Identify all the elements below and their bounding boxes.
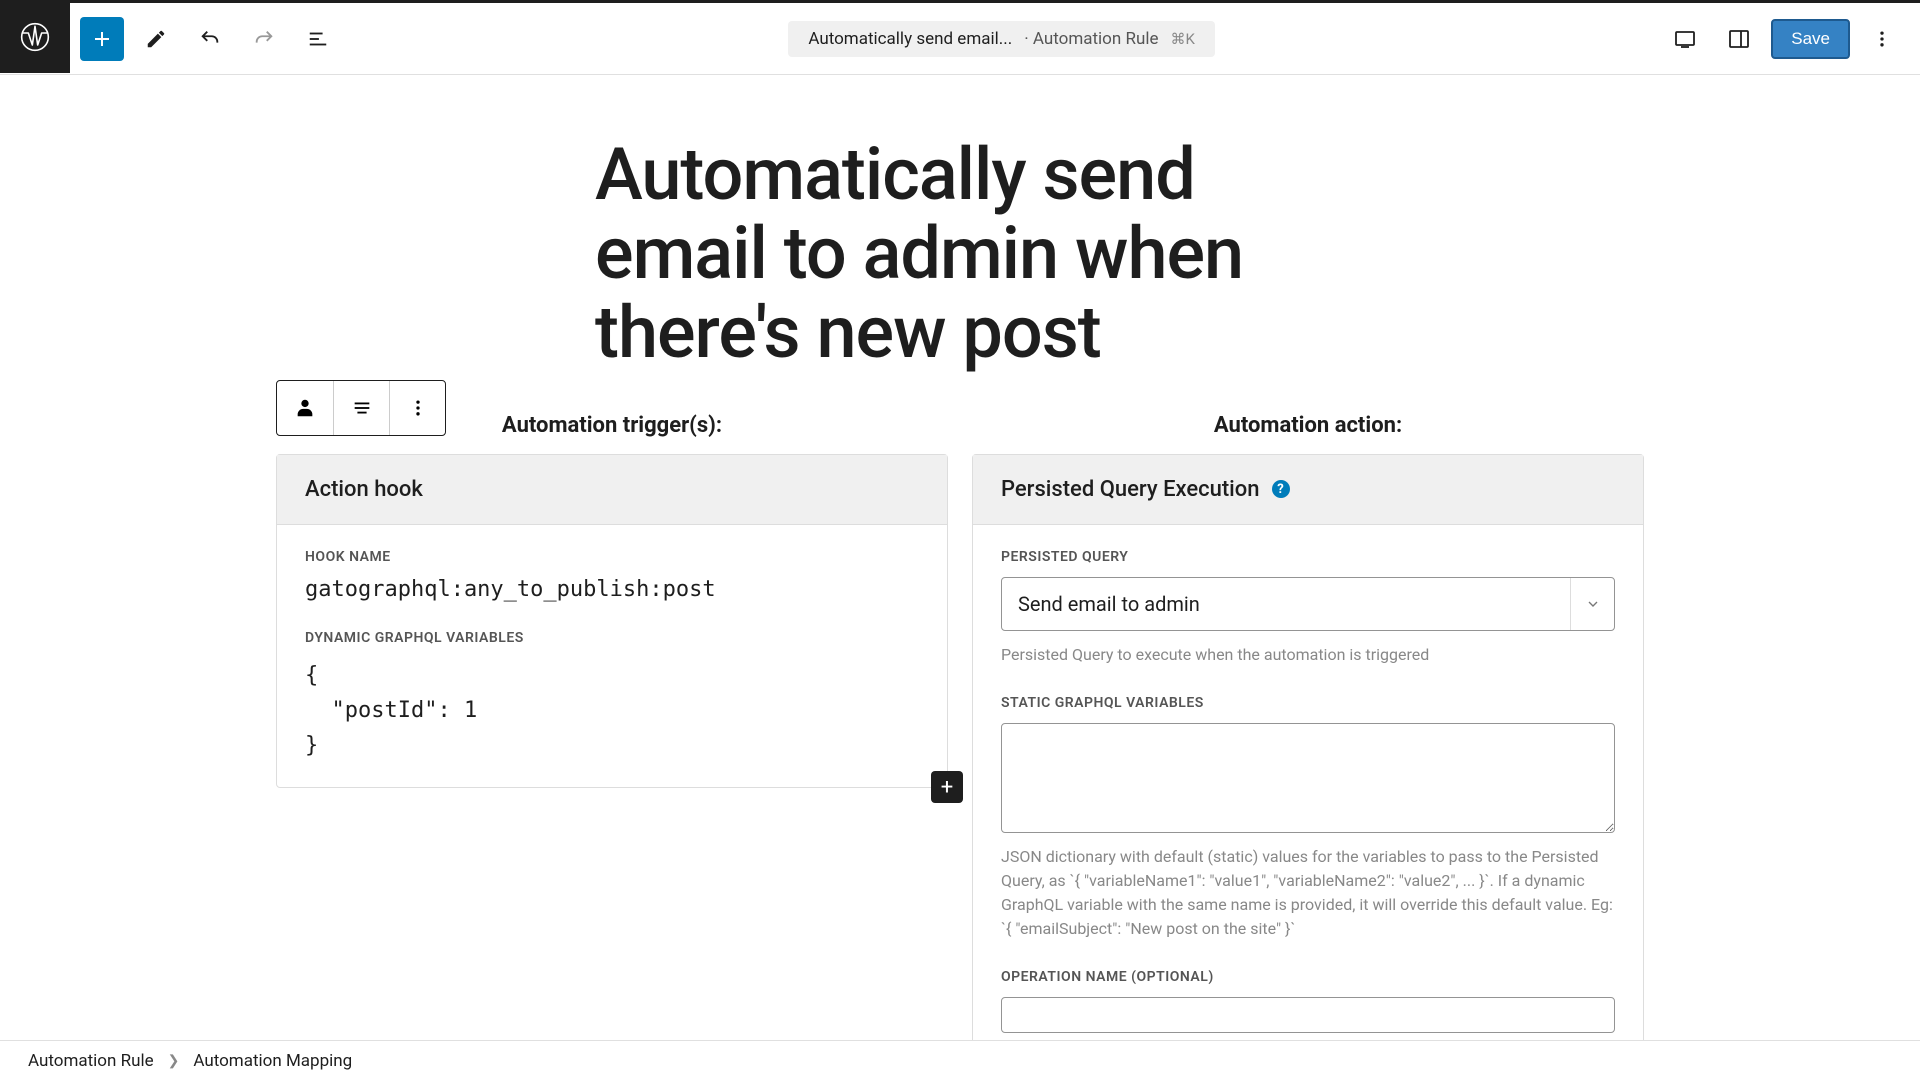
- static-vars-label: STATIC GRAPHQL VARIABLES: [1001, 695, 1615, 711]
- action-card: Persisted Query Execution ? PERSISTED QU…: [972, 454, 1644, 1040]
- operation-name-label: OPERATION NAME (OPTIONAL): [1001, 969, 1615, 985]
- trigger-card-header: Action hook: [277, 455, 947, 525]
- editor-header: Automatically send email... · Automation…: [0, 3, 1920, 75]
- breadcrumb-item[interactable]: Automation Rule: [28, 1051, 154, 1071]
- dynamic-vars-value[interactable]: { "postId": 1 }: [305, 658, 919, 764]
- document-overview-button[interactable]: [296, 17, 340, 61]
- breadcrumb-item[interactable]: Automation Mapping: [193, 1051, 352, 1071]
- options-menu-button[interactable]: [1860, 17, 1904, 61]
- settings-sidebar-button[interactable]: [1717, 17, 1761, 61]
- help-icon[interactable]: ?: [1272, 480, 1290, 498]
- dynamic-vars-label: DYNAMIC GRAPHQL VARIABLES: [305, 630, 919, 646]
- document-title-bar[interactable]: Automatically send email... · Automation…: [788, 21, 1215, 57]
- edit-mode-button[interactable]: [134, 17, 178, 61]
- wordpress-logo[interactable]: [0, 1, 70, 73]
- document-title: Automatically send email...: [808, 29, 1012, 49]
- breadcrumb: Automation Rule ❯ Automation Mapping: [0, 1040, 1920, 1080]
- chevron-down-icon: [1570, 578, 1614, 630]
- block-more-button[interactable]: [389, 381, 445, 435]
- static-vars-input[interactable]: [1001, 723, 1615, 833]
- save-button[interactable]: Save: [1771, 19, 1850, 59]
- block-toolbar: [276, 380, 446, 436]
- add-trigger-button[interactable]: +: [931, 771, 963, 803]
- operation-name-input[interactable]: [1001, 997, 1615, 1033]
- chevron-right-icon: ❯: [168, 1053, 180, 1069]
- hook-name-label: HOOK NAME: [305, 549, 919, 565]
- action-section-title: Automation action:: [972, 413, 1644, 438]
- page-title[interactable]: Automatically send email to admin when t…: [595, 135, 1335, 373]
- view-button[interactable]: [1663, 17, 1707, 61]
- trigger-card: Action hook HOOK NAME gatographql:any_to…: [276, 454, 948, 789]
- persisted-query-select[interactable]: Send email to admin: [1001, 577, 1615, 631]
- persisted-query-help: Persisted Query to execute when the auto…: [1001, 643, 1615, 667]
- redo-button[interactable]: [242, 17, 286, 61]
- command-shortcut: ⌘K: [1170, 30, 1194, 48]
- persisted-query-label: PERSISTED QUERY: [1001, 549, 1615, 565]
- persisted-query-value: Send email to admin: [1002, 592, 1570, 616]
- static-vars-help: JSON dictionary with default (static) va…: [1001, 845, 1615, 941]
- block-align-button[interactable]: [333, 381, 389, 435]
- undo-button[interactable]: [188, 17, 232, 61]
- block-inserter-button[interactable]: [80, 17, 124, 61]
- hook-name-value[interactable]: gatographql:any_to_publish:post: [305, 577, 919, 602]
- action-card-title: Persisted Query Execution: [1001, 477, 1260, 502]
- document-type: · Automation Rule: [1024, 29, 1158, 49]
- block-type-button[interactable]: [277, 381, 333, 435]
- action-card-header: Persisted Query Execution ?: [973, 455, 1643, 525]
